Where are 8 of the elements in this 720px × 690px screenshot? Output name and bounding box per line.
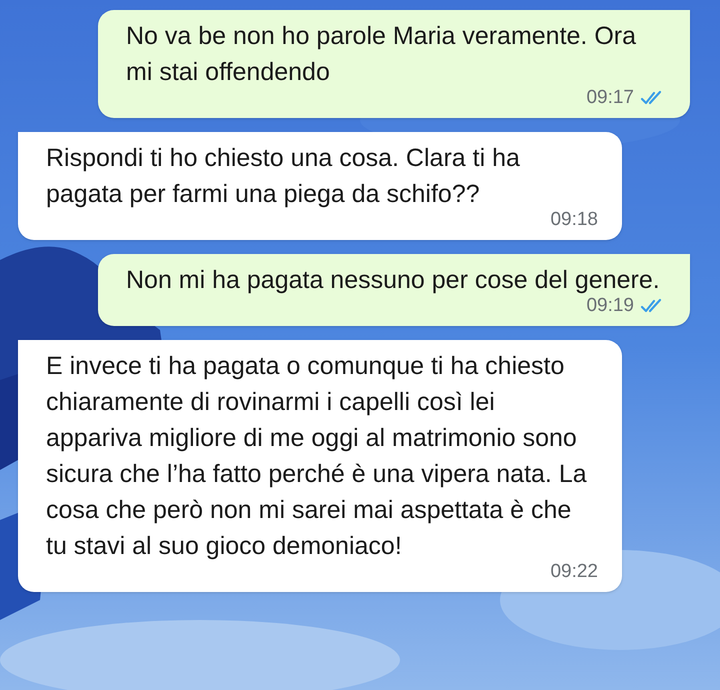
message-time: 09:22 — [550, 560, 598, 584]
message-text: Non mi ha pagata nessuno per cose del genere. — [126, 265, 661, 296]
message-time: 09:18 — [550, 208, 598, 232]
message-text: Rispondi ti ho chiesto una cosa. Clara ti ha pagata per farmi una piega da schifo?? — [46, 143, 521, 210]
message-time: 09:17 — [586, 86, 634, 110]
message-text: E invece ti ha pagata o comunque ti ha chiesto chiaramente di rovinarmi i capelli così lei appariva migliore di me oggi al matrimonio sono sicura che l’ha fatto perché è una vipera nata. La cosa che però non mi sarei mai aspettata è che tu stavi al suo gioco demoniaco! — [46, 351, 588, 562]
message-text: No va be non ho parole Maria veramente. Ora mi stai offendendo — [126, 21, 637, 88]
message-time: 09:19 — [586, 294, 634, 318]
